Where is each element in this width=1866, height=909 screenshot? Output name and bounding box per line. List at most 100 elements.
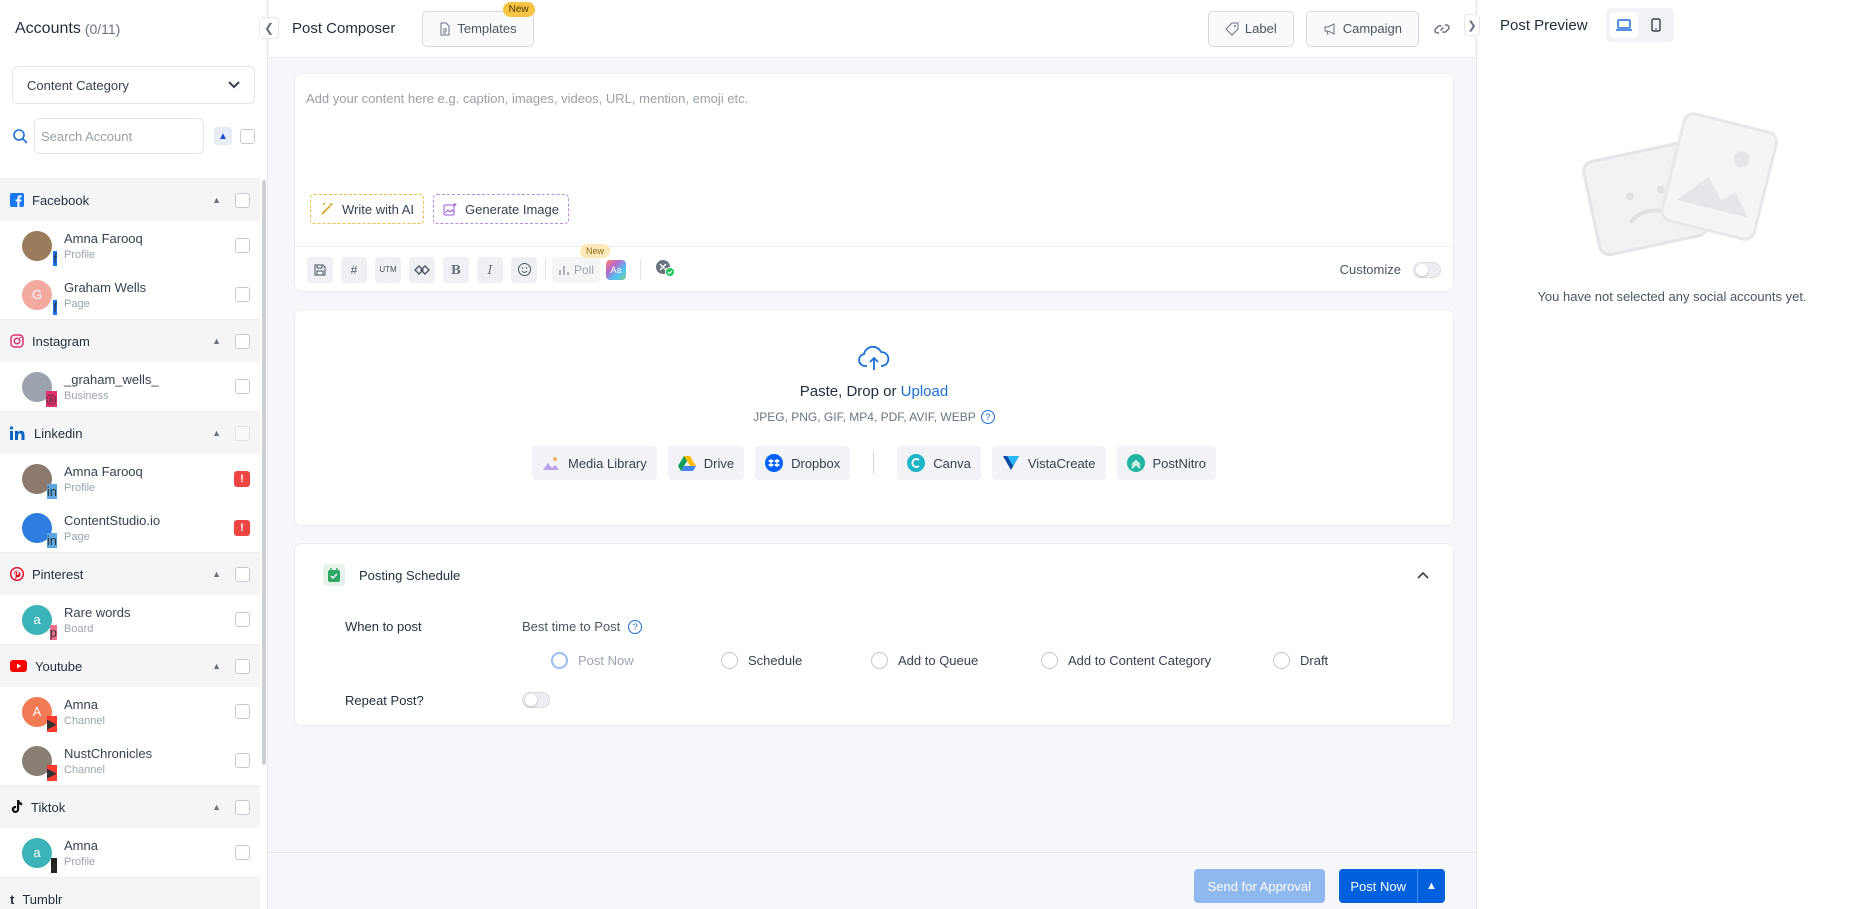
account-group-linkedin[interactable]: Linkedin ▲: [0, 411, 260, 454]
write-with-ai-button[interactable]: Write with AI: [310, 194, 425, 224]
account-checkbox[interactable]: [235, 287, 250, 302]
account-row[interactable]: Gf Graham Wells Page: [0, 270, 260, 319]
radio-label: Add to Queue: [898, 653, 979, 668]
radio-post-now[interactable]: Post Now: [551, 652, 634, 669]
empty-state-text: You have not selected any social account…: [1537, 289, 1807, 304]
search-icon[interactable]: [12, 128, 28, 144]
content-category-select[interactable]: Content Category: [12, 66, 255, 104]
content-textarea[interactable]: Add your content here e.g. caption, imag…: [295, 74, 1453, 123]
facebook-badge-icon: f: [53, 299, 57, 315]
link-icon[interactable]: [1433, 20, 1451, 38]
account-group-name: Instagram: [32, 333, 90, 349]
chevron-up-icon[interactable]: ▲: [212, 428, 221, 438]
account-type: Page: [64, 530, 90, 543]
bold-icon[interactable]: B: [443, 256, 469, 283]
generate-image-button[interactable]: Generate Image: [433, 194, 569, 224]
canva-button[interactable]: Canva: [897, 446, 981, 480]
chevron-up-icon[interactable]: [1417, 568, 1429, 582]
dropbox-button[interactable]: Dropbox: [755, 446, 851, 480]
account-checkbox[interactable]: [235, 704, 250, 719]
account-checkbox[interactable]: [235, 379, 250, 394]
radio-schedule[interactable]: Schedule: [721, 652, 802, 669]
paste-drop-label: Paste, Drop or: [799, 383, 901, 400]
account-row[interactable]: f Amna Farooq Profile: [0, 221, 260, 270]
account-group-pinterest[interactable]: Pinterest ▲: [0, 552, 260, 595]
account-row[interactable]: in Amna Farooq Profile!: [0, 454, 260, 503]
chevron-down-icon: [228, 81, 240, 89]
templates-button[interactable]: Templates New: [422, 1, 535, 47]
account-row[interactable]: ▶ NustChronicles Channel: [0, 736, 260, 785]
account-row[interactable]: ◎ _graham_wells_ Business: [0, 362, 260, 411]
account-row[interactable]: in ContentStudio.io Page!: [0, 503, 260, 552]
account-checkbox[interactable]: [235, 612, 250, 627]
radio-add-to-queue[interactable]: Add to Queue: [871, 652, 978, 669]
sidebar-scrollbar[interactable]: [262, 180, 266, 765]
radio-add-to-content-category[interactable]: Add to Content Category: [1041, 652, 1211, 669]
hashtag-icon[interactable]: #: [341, 256, 367, 283]
chevron-up-icon[interactable]: ▲: [212, 569, 221, 579]
account-group-tiktok[interactable]: Tiktok ▲: [0, 785, 260, 828]
label-button[interactable]: Label: [1207, 10, 1294, 47]
text-format-icon[interactable]: Aa: [606, 259, 627, 280]
radio-dot: [1273, 652, 1290, 669]
account-group-instagram[interactable]: Instagram ▲: [0, 319, 260, 362]
account-checkbox[interactable]: [235, 845, 250, 860]
warning-icon[interactable]: !: [234, 470, 250, 487]
collapse-sidebar-button[interactable]: ❮: [259, 17, 279, 39]
group-select-checkbox[interactable]: [235, 799, 250, 815]
mobile-preview-icon[interactable]: [1642, 12, 1670, 38]
account-row[interactable]: a ♪ Amna Profile: [0, 828, 260, 877]
poll-button[interactable]: Poll New: [552, 243, 611, 283]
warning-icon[interactable]: !: [234, 519, 250, 536]
account-checkbox[interactable]: [235, 753, 250, 768]
drive-button[interactable]: Drive: [667, 446, 745, 480]
chevron-up-icon[interactable]: ▲: [1417, 869, 1445, 903]
repeat-post-toggle[interactable]: [522, 692, 550, 708]
account-checkbox[interactable]: [235, 238, 250, 253]
postnitro-button[interactable]: PostNitro: [1116, 446, 1216, 480]
help-icon[interactable]: ?: [628, 619, 643, 634]
grammar-check-icon[interactable]: [655, 259, 676, 280]
customize-toggle[interactable]: [1413, 261, 1441, 278]
best-time-to-post[interactable]: Best time to Post ?: [522, 619, 643, 634]
account-name: Graham Wells: [64, 279, 147, 295]
group-select-checkbox[interactable]: [235, 333, 250, 349]
group-select-checkbox[interactable]: [235, 566, 250, 582]
desktop-preview-icon[interactable]: [1609, 12, 1638, 38]
group-select-checkbox[interactable]: [235, 425, 250, 441]
account-group-youtube[interactable]: Youtube ▲: [0, 644, 260, 687]
account-group-facebook[interactable]: Facebook ▲: [0, 178, 260, 221]
account-row[interactable]: a p Rare words Board: [0, 595, 260, 644]
campaign-button[interactable]: Campaign: [1305, 10, 1419, 47]
help-icon[interactable]: ?: [980, 410, 995, 424]
account-row[interactable]: A ▶ Amna Channel: [0, 687, 260, 736]
avatar-wrap: ap: [22, 604, 57, 640]
chevron-up-icon[interactable]: ▲: [212, 802, 221, 812]
select-all-checkbox[interactable]: [240, 128, 255, 144]
chevron-up-icon[interactable]: ▲: [212, 195, 221, 205]
italic-icon[interactable]: I: [477, 256, 503, 283]
account-group-name: Linkedin: [34, 425, 83, 441]
media-upload-area[interactable]: Paste, Drop or Upload JPEG, PNG, GIF, MP…: [294, 309, 1454, 526]
post-now-button-group: Post Now ▲: [1339, 869, 1445, 903]
send-for-approval-button[interactable]: Send for Approval: [1193, 869, 1325, 903]
shortener-icon[interactable]: [409, 256, 435, 283]
chevron-up-icon[interactable]: ▲: [212, 661, 221, 671]
chevron-up-icon[interactable]: ▲: [212, 336, 221, 346]
save-draft-icon[interactable]: [307, 256, 333, 283]
media-library-button[interactable]: Media Library: [532, 446, 657, 480]
emoji-icon[interactable]: [511, 256, 537, 283]
account-group-partial[interactable]: t Tumblr: [0, 877, 260, 909]
radio-draft[interactable]: Draft: [1273, 652, 1328, 669]
utm-icon[interactable]: UTM: [375, 256, 401, 283]
collapse-all-button[interactable]: ▲: [214, 127, 232, 145]
group-select-checkbox[interactable]: [235, 658, 250, 674]
schedule-header[interactable]: Posting Schedule: [295, 544, 1453, 586]
vistacreate-button[interactable]: VistaCreate: [991, 446, 1106, 480]
search-account-input[interactable]: [34, 118, 204, 154]
collapse-preview-button[interactable]: ❯: [1464, 14, 1480, 36]
upload-link[interactable]: Upload: [901, 383, 949, 400]
post-now-button[interactable]: Post Now: [1339, 869, 1417, 903]
group-select-checkbox[interactable]: [235, 192, 250, 208]
avatar-wrap: ▶: [22, 745, 57, 781]
